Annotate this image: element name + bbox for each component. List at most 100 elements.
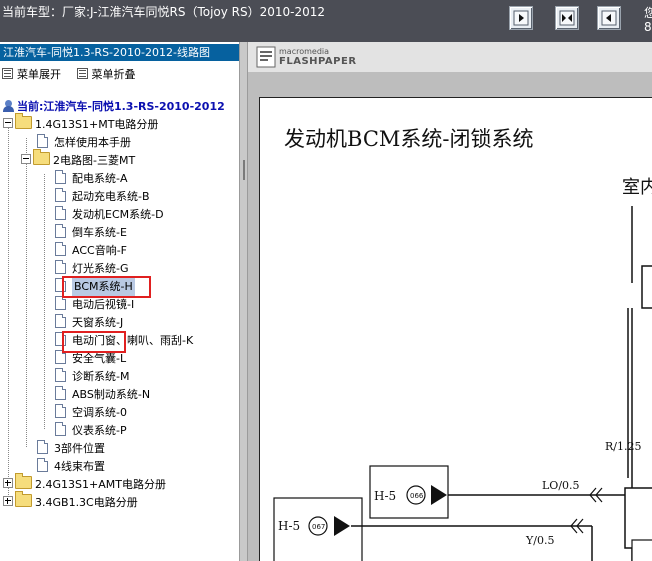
tree-label: ABS制动系统-N: [72, 388, 151, 401]
expand-menu-button[interactable]: 菜单展开: [2, 66, 61, 82]
list-icon: [2, 68, 13, 79]
left-arrow-icon: [601, 10, 617, 26]
tree-item-selected[interactable]: BCM系统-H: [55, 278, 135, 296]
tree-label: 倒车系统-E: [72, 226, 127, 239]
tree-label: ACC音响-F: [72, 244, 127, 257]
tree-root[interactable]: 当前:江淮汽车-同悦1.3-RS-2010-2012: [3, 98, 225, 116]
connector-number: 067: [312, 523, 325, 531]
component-box: [641, 265, 652, 309]
tree-label: 电动后视镜-I: [72, 298, 135, 311]
tree-item[interactable]: 配电系统-A: [55, 170, 128, 188]
tree-item[interactable]: 空调系统-0: [55, 404, 127, 422]
tree-line: [26, 138, 27, 447]
tree-label: 电动门窗、喇叭、雨刮-K: [72, 334, 194, 347]
expand-menu-label: 菜单展开: [17, 68, 61, 81]
tree-line: [44, 174, 45, 429]
prev-page-button[interactable]: [509, 6, 533, 30]
tree-root-label: 当前:江淮汽车-同悦1.3-RS-2010-2012: [17, 100, 225, 113]
tree-label: 2电路图-三菱MT: [53, 154, 136, 167]
document-icon: [55, 206, 66, 220]
document-icon: [55, 314, 66, 328]
document-icon: [55, 260, 66, 274]
tree-label: 诊断系统-M: [72, 370, 130, 383]
tree-item[interactable]: 诊断系统-M: [55, 368, 129, 386]
tree-item[interactable]: ACC音响-F: [55, 242, 127, 260]
connector-label: H-5: [278, 519, 300, 533]
document-icon: [55, 404, 66, 418]
menu-tools: 菜单展开 菜单折叠: [2, 66, 148, 82]
user-icon: [3, 100, 14, 112]
tree-label: 天窗系统-J: [72, 316, 124, 329]
tree-label: 空调系统-0: [72, 406, 127, 419]
double-arrow-button[interactable]: [555, 6, 579, 30]
flashpaper-logo-icon: [256, 46, 276, 68]
tree-item[interactable]: 灯光系统-G: [55, 260, 129, 278]
collapse-menu-button[interactable]: 菜单折叠: [76, 66, 136, 82]
list-icon: [76, 68, 88, 79]
tree-item[interactable]: 仪表系统-P: [55, 422, 127, 440]
wire-label: LO/0.5: [542, 479, 580, 492]
tree-label: 3.4GB1.3C电路分册: [35, 496, 138, 509]
document-icon: [55, 242, 66, 256]
tree-item[interactable]: 怎样使用本手册: [37, 134, 131, 152]
folder-icon: [15, 473, 32, 489]
room-label: 室内: [622, 177, 652, 198]
wire-label: Y/0.5: [525, 534, 554, 547]
collapse-icon[interactable]: [21, 154, 31, 164]
header-cut-text: 您8: [644, 6, 652, 34]
component-box: [624, 487, 652, 549]
tree-label: 仪表系统-P: [72, 424, 127, 437]
folder-open-icon: [33, 149, 50, 165]
tree-item[interactable]: 安全气囊-L: [55, 350, 126, 368]
brand-name: FLASHPAPER: [279, 56, 357, 67]
tree-folder-2[interactable]: 2电路图-三菱MT: [21, 149, 136, 170]
document-icon: [37, 134, 48, 148]
tree-label: 4线束布置: [54, 460, 105, 473]
document-icon: [55, 368, 66, 382]
component-box: [631, 539, 652, 561]
tree-label: 怎样使用本手册: [54, 136, 131, 149]
wiring-diagram: 室内 R/1.25 H-5 066 LO/0.5 H-5 067 Y/0.5: [273, 177, 652, 561]
tree-label: 起动充电系统-B: [72, 190, 150, 203]
document-icon: [55, 296, 66, 310]
document-icon: [55, 332, 66, 346]
tree-item[interactable]: 电动后视镜-I: [55, 296, 134, 314]
tree-label: 安全气囊-L: [72, 352, 127, 365]
document-icon: [55, 386, 66, 400]
connector-number: 066: [410, 492, 424, 500]
tree-folder-4[interactable]: 3.4GB1.3C电路分册: [3, 491, 138, 512]
panel-splitter[interactable]: [239, 42, 248, 561]
tree-item[interactable]: 起动充电系统-B: [55, 188, 150, 206]
next-page-button[interactable]: [597, 6, 621, 30]
tree-item[interactable]: 天窗系统-J: [55, 314, 123, 332]
document-icon: [55, 350, 66, 364]
tree-folder-3[interactable]: 2.4G13S1+AMT电路分册: [3, 473, 166, 494]
left-panel: 江淮汽车-同悦1.3-RS-2010-2012-线路图 菜单展开 菜单折叠 当前…: [0, 42, 239, 561]
tree-label: 配电系统-A: [72, 172, 128, 185]
model-name-bar: 江淮汽车-同悦1.3-RS-2010-2012-线路图: [0, 44, 239, 61]
tree-item[interactable]: 电动门窗、喇叭、雨刮-K: [55, 332, 193, 350]
top-header: 当前车型：厂家:J-江淮汽车同悦RS（Tojoy RS）2010-2012 您8: [0, 0, 652, 42]
connector-label: H-5: [374, 489, 396, 503]
tree-item[interactable]: ABS制动系统-N: [55, 386, 150, 404]
tree-item[interactable]: 发动机ECM系统-D: [55, 206, 164, 224]
flashpaper-toolbar: macromedia FLASHPAPER: [248, 42, 652, 72]
expand-icon[interactable]: [3, 496, 13, 506]
tree-item[interactable]: 4线束布置: [37, 458, 105, 476]
tree-folder-1[interactable]: 1.4G13S1+MT电路分册: [3, 113, 159, 134]
tree-item[interactable]: 3部件位置: [37, 440, 105, 458]
collapse-icon[interactable]: [3, 118, 13, 128]
tree-label: 灯光系统-G: [72, 262, 129, 275]
folder-open-icon: [15, 113, 32, 129]
splitter-grip-icon: [243, 160, 245, 180]
double-arrow-icon: [559, 10, 575, 26]
tree-label: 1.4G13S1+MT电路分册: [35, 118, 159, 131]
prev-arrow-icon: [513, 10, 529, 26]
tree-item[interactable]: 倒车系统-E: [55, 224, 127, 242]
expand-icon[interactable]: [3, 478, 13, 488]
document-viewer: macromedia FLASHPAPER 发动机BCM系统-闭锁系统 室内 R…: [248, 42, 652, 561]
document-icon: [55, 170, 66, 184]
collapse-menu-label: 菜单折叠: [91, 68, 136, 81]
document-icon: [37, 440, 48, 454]
diagram-page: 发动机BCM系统-闭锁系统 室内 R/1.25 H-5 066 LO/0.5 H…: [259, 97, 652, 561]
